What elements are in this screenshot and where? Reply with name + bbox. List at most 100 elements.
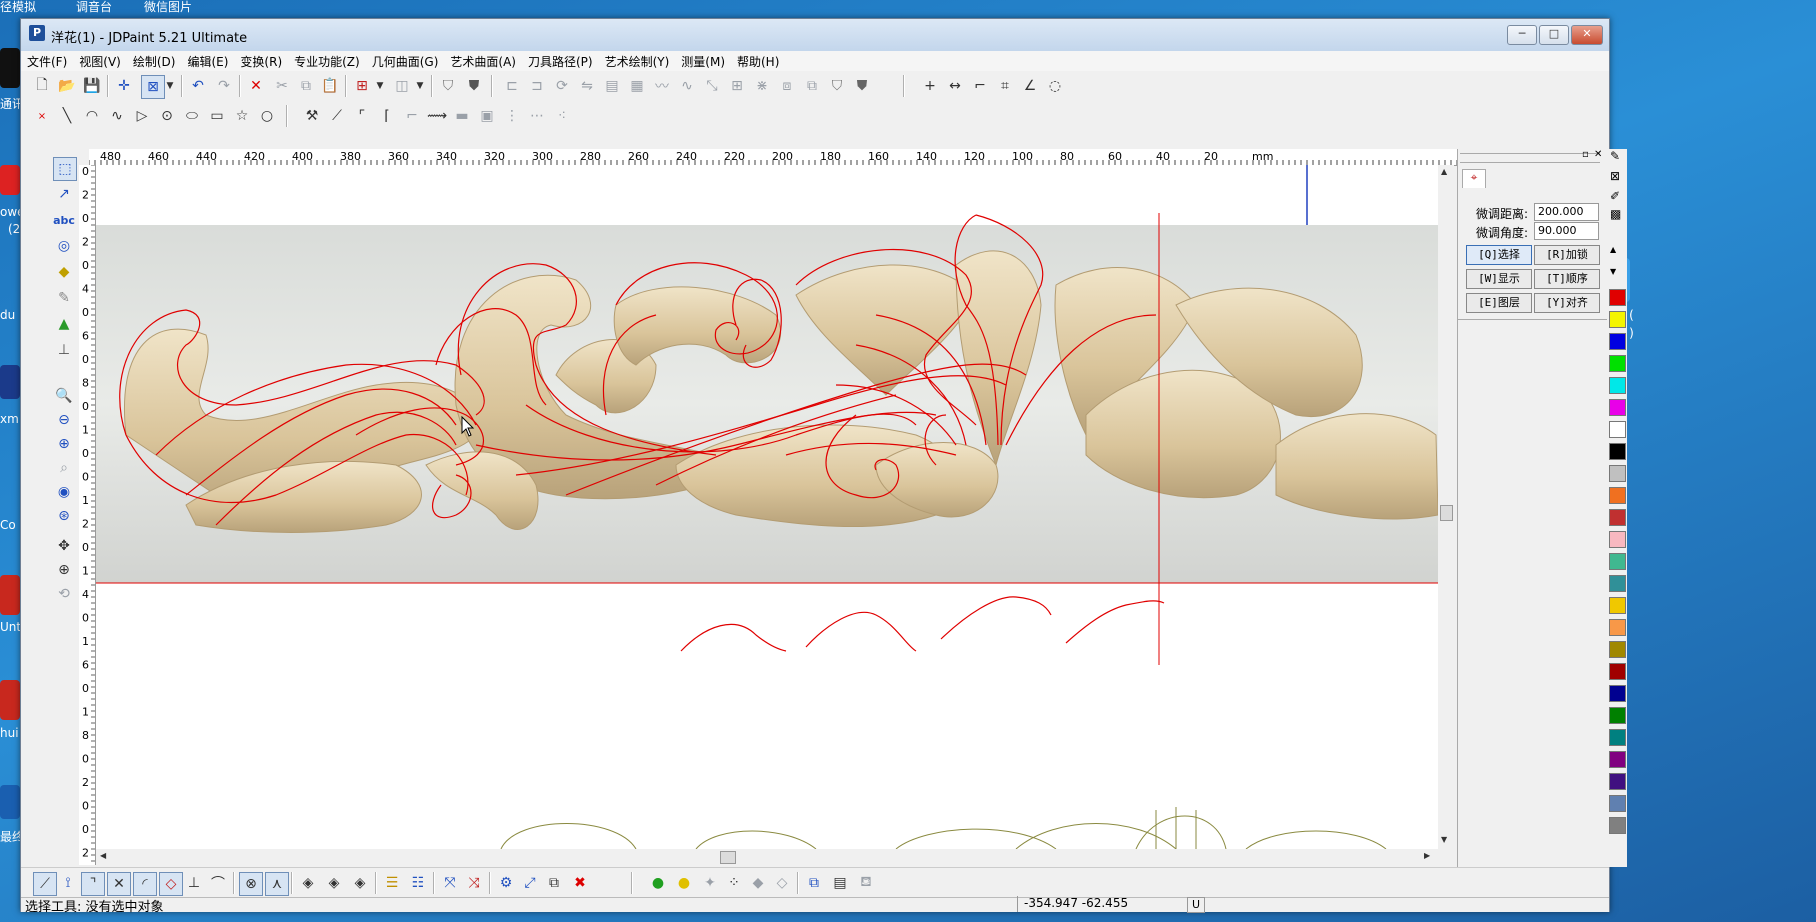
rotate-view-icon[interactable]: ⟲ [53, 583, 75, 605]
shape-tool-icon[interactable]: ◎ [53, 235, 75, 257]
snap-circle-icon[interactable]: ◇ [159, 872, 183, 896]
color-swatch[interactable] [1609, 509, 1626, 526]
desktop-label-left[interactable]: (2 [8, 222, 20, 236]
color-swatch[interactable] [1609, 311, 1626, 328]
snap-intersection-icon[interactable]: ✕ [107, 872, 131, 896]
color-swatch[interactable] [1609, 663, 1626, 680]
join-icon[interactable]: ⟿ [426, 105, 448, 127]
zoom-realtime-icon[interactable]: ⊕ [53, 559, 75, 581]
t-app-icon[interactable] [0, 575, 20, 615]
point-icon[interactable]: + [919, 75, 941, 97]
node-tool-icon[interactable]: ↗ [53, 183, 75, 205]
group-icon[interactable]: ⧈ [776, 75, 798, 97]
minimize-button[interactable]: ─ [1507, 25, 1537, 45]
color-swatch[interactable] [1609, 553, 1626, 570]
desktop-label-top-3[interactable]: 微信图片 [144, 0, 192, 15]
order-button[interactable]: [T]顺序 [1534, 269, 1600, 289]
align-button[interactable]: [Y]对齐 [1534, 293, 1600, 313]
zoom-out-icon[interactable]: ⊖ [53, 409, 75, 431]
angle-input[interactable]: 90.000 [1534, 222, 1599, 240]
tool-b-icon[interactable]: ⤢ [519, 872, 541, 894]
panel-pin-icon[interactable]: ▫ [1582, 149, 1589, 160]
chevron-down-icon[interactable]: ▼ [414, 75, 426, 97]
dimension-icon[interactable]: ↔ [944, 75, 966, 97]
zoom-in-icon[interactable]: ⊕ [53, 433, 75, 455]
menu-toolpath[interactable]: 刀具路径(P) [522, 51, 599, 72]
snap-perpendicular-icon[interactable]: ⊥ [183, 872, 205, 894]
units-indicator[interactable]: U [1187, 897, 1205, 913]
color-swatch[interactable] [1609, 597, 1626, 614]
palette-up-arrow-icon[interactable]: ▲ [1610, 245, 1616, 254]
cut-icon[interactable]: ✂ [271, 75, 293, 97]
scroll-right-arrow-icon[interactable]: ▶ [1424, 851, 1430, 860]
menu-file[interactable]: 文件(F) [21, 51, 73, 72]
color-swatch[interactable] [1609, 751, 1626, 768]
node-add-icon[interactable]: ⋯ [526, 105, 548, 127]
maximize-button[interactable]: □ [1539, 25, 1569, 45]
trim-icon[interactable]: ⌐ [969, 75, 991, 97]
select-cross-icon[interactable]: ⤧ [439, 872, 461, 894]
zoom-all-icon[interactable]: ⊛ [53, 505, 75, 527]
snap-line-icon[interactable]: ⟋ [33, 872, 57, 896]
k-app-icon[interactable] [0, 365, 20, 399]
break-icon[interactable]: ⌐ [401, 105, 423, 127]
undo-icon[interactable]: ↶ [187, 75, 209, 97]
horizontal-scrollbar[interactable]: ◀ ▶ [96, 849, 1438, 865]
ungroup-icon[interactable]: ⧉ [801, 75, 823, 97]
shield-dark-icon[interactable]: ⛊ [463, 75, 485, 97]
light-c-icon[interactable]: ◆ [747, 872, 769, 894]
no-color-icon[interactable]: ⊠ [1610, 169, 1620, 183]
layer-up-icon[interactable]: ☰ [381, 872, 403, 894]
shield-dark-icon-2[interactable]: ⛊ [851, 75, 873, 97]
display-button[interactable]: [W]显示 [1466, 269, 1532, 289]
light-b-icon[interactable]: ⁘ [723, 872, 745, 894]
rotate-icon[interactable]: ⟳ [551, 75, 573, 97]
panel-grip[interactable] [1460, 153, 1600, 163]
tool-a-icon[interactable]: ⚙ [495, 872, 517, 894]
open-icon[interactable]: 📂 [56, 75, 78, 97]
scroll-up-arrow-icon[interactable]: ▲ [1441, 167, 1447, 176]
node-del-icon[interactable]: ⁖ [551, 105, 573, 127]
angle-icon[interactable]: ∠ [1019, 75, 1041, 97]
pan-icon[interactable]: ✥ [53, 535, 75, 557]
snap-center-icon[interactable]: ⊗ [239, 872, 263, 896]
color-swatch[interactable] [1609, 487, 1626, 504]
color-swatch[interactable] [1609, 443, 1626, 460]
ellipse-icon[interactable]: ⬭ [181, 105, 203, 127]
n-app-icon[interactable] [0, 785, 20, 819]
menu-art-draw[interactable]: 艺术绘制(Y) [599, 51, 676, 72]
scroll-left-arrow-icon[interactable]: ◀ [100, 851, 106, 860]
distance-input[interactable]: 200.000 [1534, 203, 1599, 221]
delete-icon[interactable]: ✕ [245, 75, 267, 97]
pencil-icon[interactable]: ✎ [1610, 149, 1620, 163]
circle-dot-icon[interactable]: ⊙ [156, 105, 178, 127]
smooth-icon[interactable]: ▬ [451, 105, 473, 127]
pen-tool-icon[interactable]: ✎ [53, 287, 75, 309]
menu-measure[interactable]: 测量(M) [675, 51, 731, 72]
menu-view[interactable]: 视图(V) [73, 51, 127, 72]
color-swatch[interactable] [1609, 729, 1626, 746]
lock-button[interactable]: [R]加锁 [1534, 245, 1600, 265]
extend-icon[interactable]: ⟋ [326, 105, 348, 127]
vertical-scrollbar[interactable]: ▲ ▼ [1438, 165, 1454, 849]
title-bar[interactable]: P 洋花(1) - JDPaint 5.21 Ultimate ─ □ ✕ [21, 19, 1609, 52]
fill-tool-icon[interactable]: ◆ [53, 261, 75, 283]
bulb-yellow-icon[interactable]: ● [673, 872, 695, 894]
color-swatch[interactable] [1609, 707, 1626, 724]
deselect-cross-icon[interactable]: ⤨ [463, 872, 485, 894]
color-swatch[interactable] [1609, 289, 1626, 306]
view-eye-icon[interactable]: ◉ [53, 481, 75, 503]
spline-icon[interactable]: ∿ [106, 105, 128, 127]
t-app-icon-2[interactable] [0, 680, 20, 720]
contour-icon[interactable]: ▣ [476, 105, 498, 127]
delete-red-icon[interactable]: ✖ [569, 872, 591, 894]
wave-icon[interactable]: ∿ [676, 75, 698, 97]
color-swatch[interactable] [1609, 531, 1626, 548]
desktop-label-left[interactable]: hui [0, 726, 19, 740]
diamond-2-icon[interactable]: ◈ [323, 872, 345, 894]
hatch-icon[interactable]: ▤ [829, 872, 851, 894]
color-swatch[interactable] [1609, 641, 1626, 658]
color-swatch[interactable] [1609, 773, 1626, 790]
lasso-icon[interactable]: ◌ [1044, 75, 1066, 97]
redo-icon[interactable]: ↷ [213, 75, 235, 97]
